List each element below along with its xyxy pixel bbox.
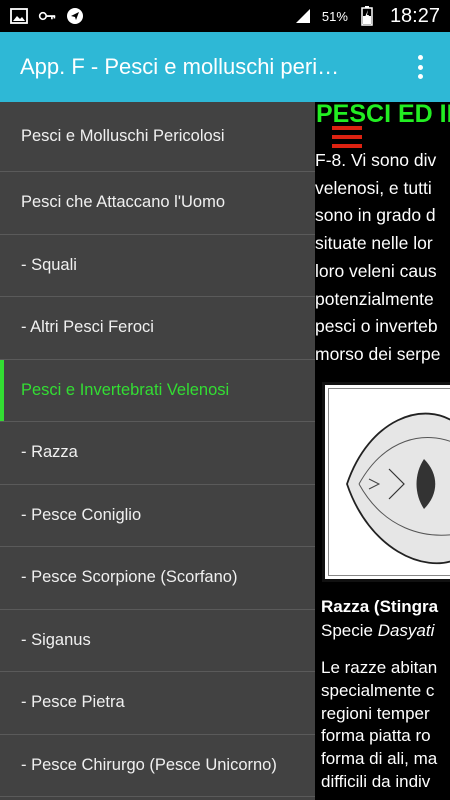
paragraph-line: Le razze abitan [321, 658, 438, 677]
paragraph-line: regioni temper [321, 703, 430, 723]
drawer-item-label: - Pesce Pietra [21, 693, 125, 712]
drawer-item-pesci-invertebrati-velenosi[interactable]: Pesci e Invertebrati Velenosi [0, 359, 315, 422]
drawer-item-pesce-chirurgo[interactable]: - Pesce Chirurgo (Pesce Unicorno) [0, 735, 315, 797]
figure-caption-species: Specie Dasyati [321, 621, 434, 641]
app-bar-title: App. F - Pesci e molluschi peri… [20, 54, 340, 79]
drawer-item-pesci-molluschi-pericolosi[interactable]: Pesci e Molluschi Pericolosi [0, 102, 315, 172]
status-bar-right: 51% 18:27 [294, 5, 440, 28]
stingray-illustration [322, 382, 450, 582]
paragraph-line: loro veleni caus [315, 260, 437, 281]
drawer-item-label: - Pesce Scorpione (Scorfano) [21, 568, 238, 587]
stingray-drawing [346, 412, 450, 564]
clock: 18:27 [389, 4, 440, 27]
drawer-item-pesce-pietra[interactable]: - Pesce Pietra [0, 672, 315, 735]
drawer-item-altri-pesci-feroci[interactable]: - Altri Pesci Feroci [0, 297, 315, 360]
drawer-item-label: - Squali [21, 255, 77, 274]
species-name: Dasyati [377, 621, 435, 640]
drawer-item-label: - Siganus [21, 630, 91, 649]
drawer-item-label: - Altri Pesci Feroci [21, 318, 154, 337]
status-bar: 51% 18:27 [0, 0, 450, 32]
image-icon [10, 7, 28, 25]
drawer-item-label: - Pesce Chirurgo (Pesce Unicorno) [21, 755, 277, 774]
paragraph-line: morso dei serpe [315, 343, 441, 364]
more-vert-icon[interactable] [408, 52, 432, 82]
paragraph-line: forma di ali, ma [321, 749, 438, 769]
drawer-item-pesce-coniglio[interactable]: - Pesce Coniglio [0, 485, 315, 547]
paragraph-line: velenosi, e tutti [315, 177, 432, 198]
hamburger-menu-icon[interactable] [332, 126, 362, 148]
paragraph-line: F-8. Vi sono div [315, 150, 437, 170]
signal-icon [294, 7, 312, 25]
drawer-item-label: Pesci che Attaccano l'Uomo [21, 193, 226, 212]
drawer-item-razza[interactable]: - Razza [0, 422, 315, 485]
drawer-item-pesci-attaccano-uomo[interactable]: Pesci che Attaccano l'Uomo [0, 172, 315, 235]
illustration-frame [328, 388, 450, 576]
paragraph-line: forma piatta ro [321, 726, 431, 746]
drawer-item-label: - Razza [21, 443, 78, 462]
paragraph-line: difficili da indiv [321, 771, 431, 791]
navigation-icon [66, 7, 84, 25]
drawer-item-siganus[interactable]: - Siganus [0, 610, 315, 672]
species-prefix: Specie [321, 621, 378, 640]
paragraph-line: sono in grado d [315, 205, 436, 226]
paragraph-line: potenzialmente [315, 288, 434, 309]
razza-paragraph: Le razze abitan specialmente c regioni t… [321, 657, 437, 794]
content-area: PESCI ED IN F-8. Vi sono div velenosi, e… [315, 102, 450, 800]
battery-charging-icon [358, 6, 376, 26]
drawer-item-pesce-scorpione[interactable]: - Pesce Scorpione (Scorfano) [0, 547, 315, 610]
paragraph-line: pesci o inverteb [315, 316, 438, 337]
navigation-drawer: Pesci e Molluschi Pericolosi Pesci che A… [0, 102, 315, 800]
drawer-item-label: Pesci e Invertebrati Velenosi [21, 380, 230, 399]
key-icon [38, 7, 56, 25]
drawer-item-label: Pesci e Molluschi Pericolosi [21, 127, 225, 145]
battery-percent: 51% [321, 8, 348, 24]
section-heading: PESCI ED IN [316, 102, 450, 128]
intro-paragraph: F-8. Vi sono div velenosi, e tutti sono … [315, 147, 440, 369]
status-bar-left [10, 7, 84, 25]
drawer-item-label: - Pesce Coniglio [21, 505, 142, 524]
figure-caption-title: Razza (Stingra [321, 597, 439, 616]
paragraph-line: situate nelle lor [315, 233, 433, 254]
paragraph-line: specialmente c [321, 680, 435, 700]
app-bar: App. F - Pesci e molluschi peri… [0, 32, 450, 102]
drawer-item-squali[interactable]: - Squali [0, 235, 315, 297]
